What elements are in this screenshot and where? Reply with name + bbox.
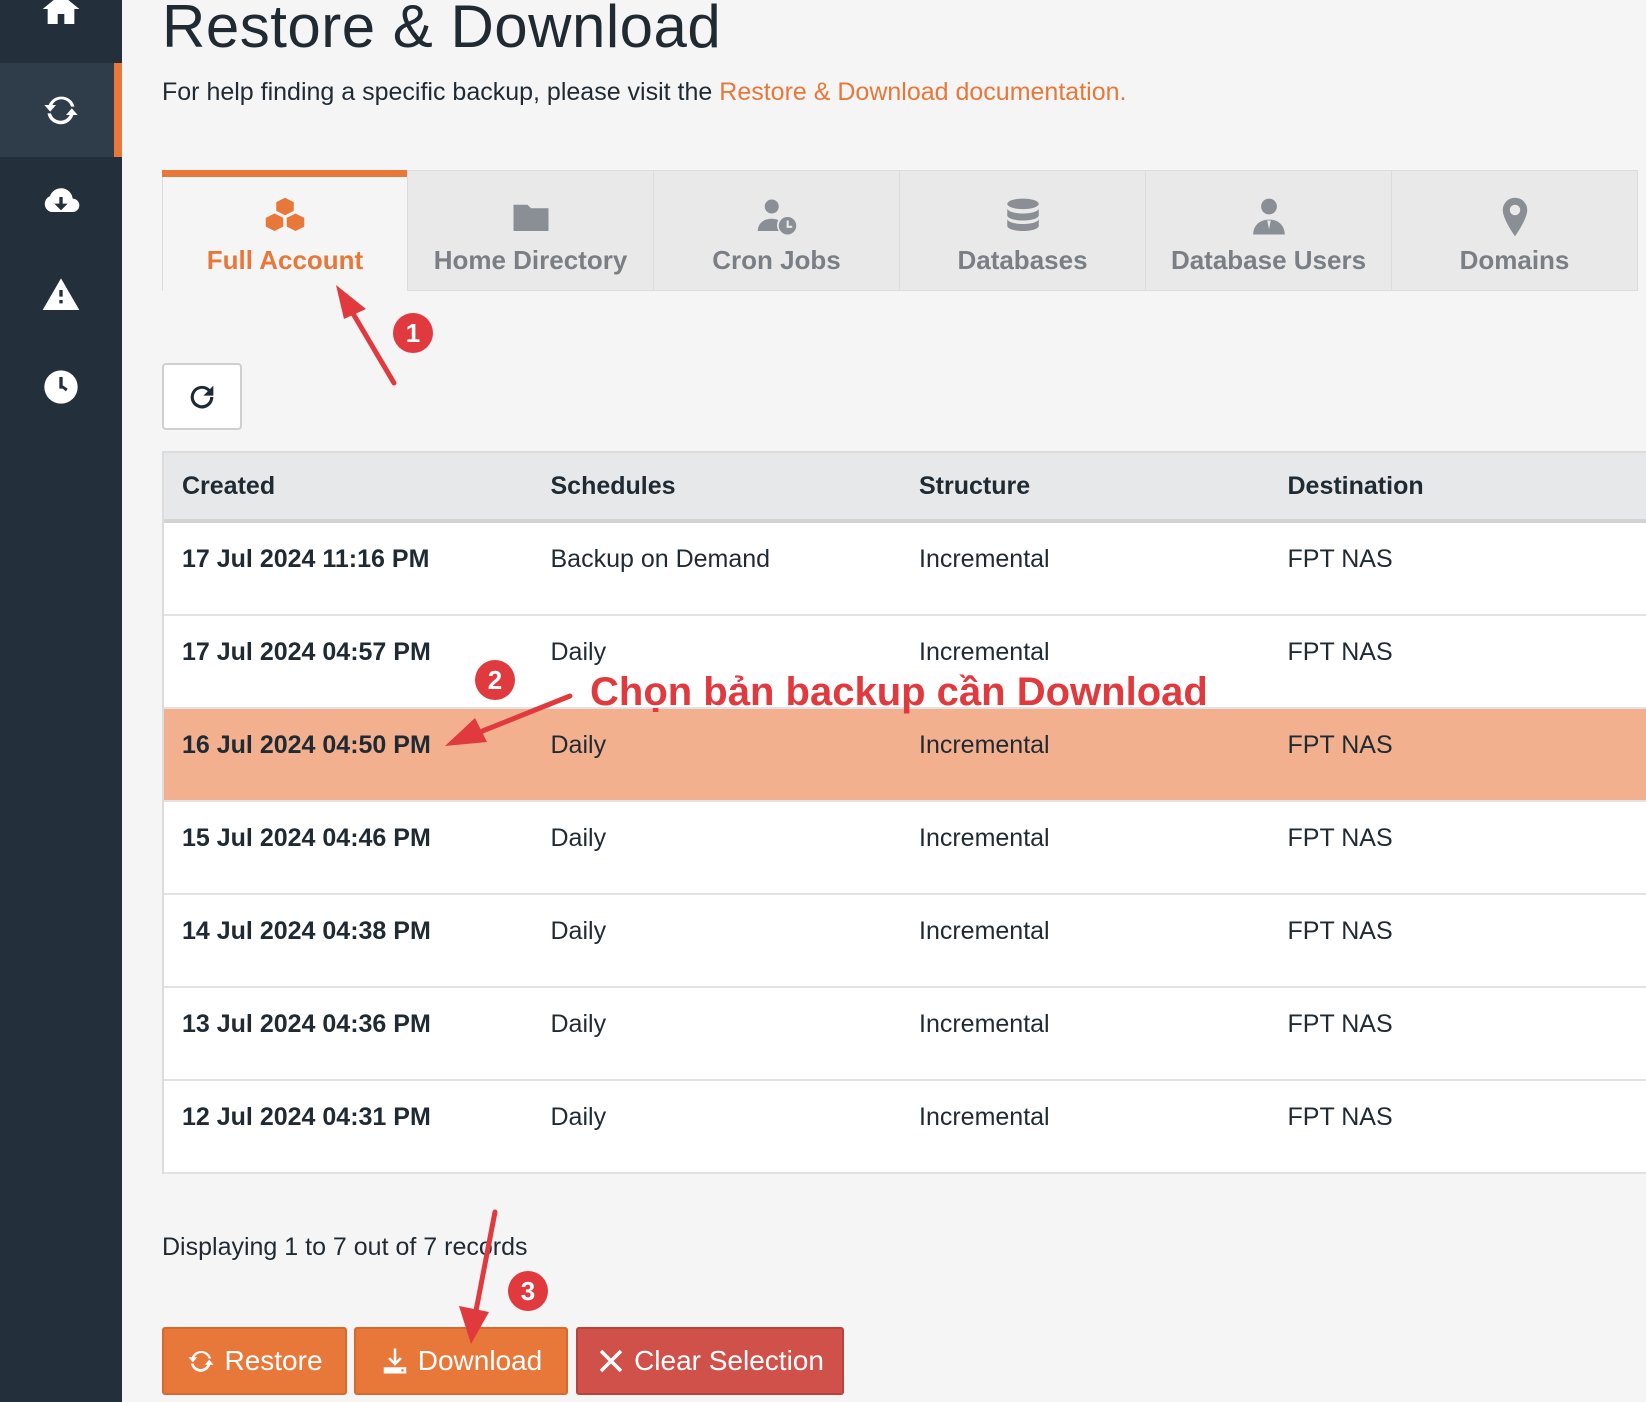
sidebar-item-download[interactable] xyxy=(0,155,122,249)
restore-label: Restore xyxy=(224,1345,323,1376)
cell-schedule: Backup on Demand xyxy=(550,545,771,573)
tab-database-users[interactable]: Database Users xyxy=(1146,170,1392,291)
backups-table: Created Schedules Structure Destination … xyxy=(162,451,1646,1174)
sync-icon xyxy=(44,96,78,125)
sidebar-item-home[interactable] xyxy=(0,0,122,56)
cell-schedule: Daily xyxy=(550,824,607,852)
cell-structure: Incremental xyxy=(919,638,1050,666)
refresh-button[interactable] xyxy=(162,363,242,430)
cell-created: 14 Jul 2024 04:38 PM xyxy=(182,917,431,945)
column-header-destination[interactable]: Destination xyxy=(1270,472,1646,501)
download-icon xyxy=(383,1348,406,1374)
column-header-structure[interactable]: Structure xyxy=(901,472,1270,501)
annotation-badge-3: 3 xyxy=(508,1271,548,1311)
tab-cron-jobs[interactable]: Cron Jobs xyxy=(654,170,900,291)
table-header: Created Schedules Structure Destination xyxy=(164,451,1646,523)
cell-schedule: Daily xyxy=(550,1103,607,1131)
cell-structure: Incremental xyxy=(919,917,1050,945)
cell-created: 17 Jul 2024 04:57 PM xyxy=(182,638,431,666)
home-icon xyxy=(42,0,80,24)
tab-label: Home Directory xyxy=(433,245,628,275)
user-tie-icon xyxy=(1252,198,1285,235)
cell-created: 17 Jul 2024 11:16 PM xyxy=(182,545,430,573)
tab-label: Database Users xyxy=(1170,245,1367,275)
sidebar-item-history[interactable] xyxy=(0,340,122,434)
cell-structure: Incremental xyxy=(919,731,1050,759)
cell-created: 12 Jul 2024 04:31 PM xyxy=(182,1103,431,1131)
tab-full-account[interactable]: Full Account xyxy=(162,170,408,291)
table-row[interactable]: 17 Jul 2024 11:16 PM Backup on Demand In… xyxy=(164,523,1646,616)
cell-structure: Incremental xyxy=(919,1010,1050,1038)
sidebar-item-alerts[interactable] xyxy=(0,248,122,342)
refresh-icon xyxy=(190,385,214,408)
tab-label: Cron Jobs xyxy=(712,245,841,275)
cell-destination: FPT NAS xyxy=(1287,1010,1393,1038)
sidebar xyxy=(0,0,122,1402)
cell-structure: Incremental xyxy=(919,1103,1050,1131)
help-prefix: For help finding a specific backup, plea… xyxy=(162,78,720,106)
tab-home-directory[interactable]: Home Directory xyxy=(408,170,654,291)
backup-type-tabs: Full Account Home Directory Cron Jobs Da… xyxy=(162,170,1646,291)
warning-icon xyxy=(42,278,80,310)
table-row[interactable]: 15 Jul 2024 04:46 PM Daily Incremental F… xyxy=(164,802,1646,895)
cell-destination: FPT NAS xyxy=(1287,1103,1393,1131)
sidebar-item-restore[interactable] xyxy=(0,63,122,157)
annotation-arrow-2 xyxy=(445,693,573,746)
tab-label: Domains xyxy=(1459,245,1570,275)
cell-schedule: Daily xyxy=(550,731,607,759)
close-icon xyxy=(599,1349,623,1373)
cloud-download-icon xyxy=(44,188,80,212)
annotation-badge-1: 1 xyxy=(393,313,433,353)
restore-button[interactable]: Restore xyxy=(162,1327,347,1395)
page-title: Restore & Download xyxy=(162,0,722,60)
cell-schedule: Daily xyxy=(550,638,607,666)
cell-created: 15 Jul 2024 04:46 PM xyxy=(182,824,431,852)
cell-created: 13 Jul 2024 04:36 PM xyxy=(182,1010,431,1038)
tab-label: Databases xyxy=(957,245,1088,275)
cell-destination: FPT NAS xyxy=(1287,638,1393,666)
documentation-link[interactable]: Restore & Download documentation. xyxy=(719,78,1126,106)
cell-destination: FPT NAS xyxy=(1287,731,1393,759)
sync-icon xyxy=(188,1350,214,1372)
cubes-icon xyxy=(265,197,305,231)
cell-schedule: Daily xyxy=(550,1010,607,1038)
tab-databases[interactable]: Databases xyxy=(900,170,1146,291)
cell-destination: FPT NAS xyxy=(1287,824,1393,852)
cell-destination: FPT NAS xyxy=(1287,917,1393,945)
folder-icon xyxy=(513,204,548,231)
table-row-selected[interactable]: 16 Jul 2024 04:50 PM Daily Incremental F… xyxy=(164,709,1646,802)
cell-destination: FPT NAS xyxy=(1287,545,1393,573)
download-label: Download xyxy=(417,1345,543,1376)
user-clock-icon xyxy=(757,199,796,235)
tab-domains[interactable]: Domains xyxy=(1392,170,1638,291)
cell-schedule: Daily xyxy=(550,917,607,945)
map-marker-icon xyxy=(1502,197,1527,237)
annotation-arrow-3 xyxy=(459,1209,498,1344)
column-header-created[interactable]: Created xyxy=(164,472,533,501)
help-text: For help finding a specific backup, plea… xyxy=(162,78,1126,107)
cell-structure: Incremental xyxy=(919,545,1050,573)
column-header-schedules[interactable]: Schedules xyxy=(533,472,902,501)
clear-selection-button[interactable]: Clear Selection xyxy=(576,1327,844,1395)
table-row[interactable]: 12 Jul 2024 04:31 PM Daily Incremental F… xyxy=(164,1081,1646,1174)
cell-structure: Incremental xyxy=(919,824,1050,852)
clear-selection-label: Clear Selection xyxy=(634,1345,824,1376)
database-icon xyxy=(1006,198,1039,231)
table-row[interactable]: 14 Jul 2024 04:38 PM Daily Incremental F… xyxy=(164,895,1646,988)
clock-icon xyxy=(44,370,78,404)
table-row[interactable]: 13 Jul 2024 04:36 PM Daily Incremental F… xyxy=(164,988,1646,1081)
annotation-note: Chọn bản backup cần Download xyxy=(590,670,1208,714)
tab-label: Full Account xyxy=(206,245,364,275)
